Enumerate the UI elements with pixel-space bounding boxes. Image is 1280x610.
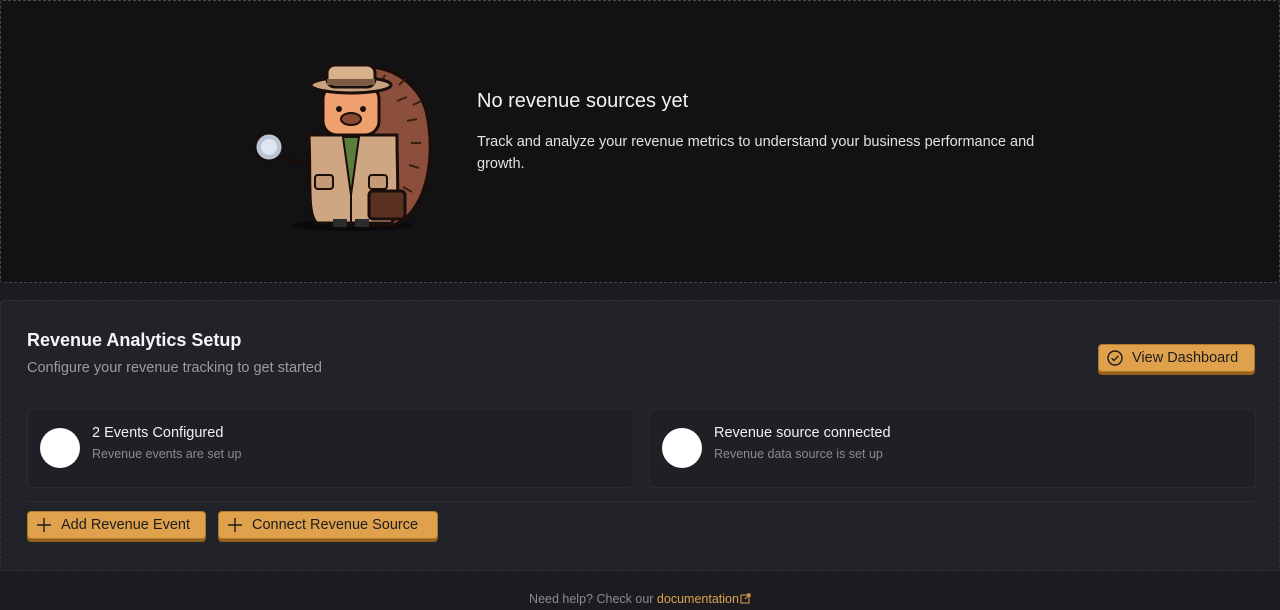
empty-state-description: Track and analyze your revenue metrics t… [477,134,1035,172]
status-card-subtitle: Revenue data source is set up [714,447,883,461]
status-card-title: 2 Events Configured [92,425,224,441]
connect-revenue-source-label: Connect Revenue Source [252,517,419,533]
divider [27,501,1255,502]
setup-subtitle: Configure your revenue tracking to get s… [27,360,322,376]
revenue-setup-card: Revenue Analytics Setup Configure your r… [0,300,1280,571]
status-card-subtitle: Revenue events are set up [92,447,242,461]
help-footer: Need help? Check our documentation [0,592,1280,607]
add-revenue-event-button[interactable]: Add Revenue Event [27,511,206,539]
plus-icon [226,516,244,534]
view-dashboard-label: View Dashboard [1132,350,1239,366]
plus-icon [35,516,53,534]
external-link-icon [740,593,751,607]
connect-revenue-source-button[interactable]: Connect Revenue Source [218,511,438,539]
status-indicator [40,428,80,468]
footer-text: Need help? Check our [529,592,654,606]
status-indicator [662,428,702,468]
add-revenue-event-label: Add Revenue Event [61,517,190,533]
setup-title: Revenue Analytics Setup [27,330,242,350]
status-card-title: Revenue source connected [714,425,891,441]
check-circle-icon [1106,349,1124,367]
documentation-link-label: documentation [656,592,739,606]
empty-state-panel: No revenue sources yet Track and analyze… [0,0,1280,283]
status-card-source: Revenue source connected Revenue data so… [649,409,1256,488]
hedgehog-detective-illustration [253,63,432,231]
status-card-events: 2 Events Configured Revenue events are s… [27,409,634,488]
documentation-link[interactable]: documentation [657,592,751,606]
empty-state-title: No revenue sources yet [477,90,689,112]
view-dashboard-button[interactable]: View Dashboard [1098,344,1255,372]
